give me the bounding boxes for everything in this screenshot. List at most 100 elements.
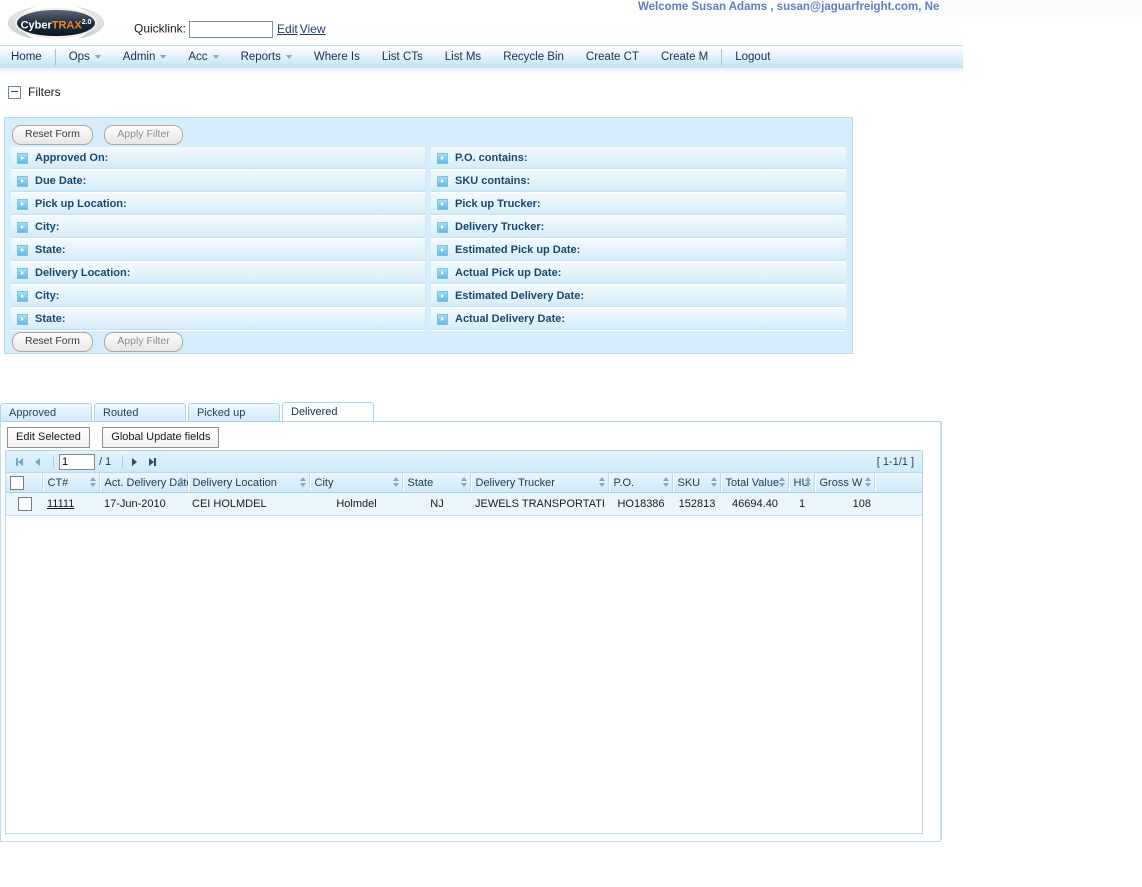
select-all-checkbox[interactable]	[10, 475, 24, 490]
tab-approved[interactable]: Approved	[0, 403, 92, 422]
next-page-icon[interactable]	[128, 455, 142, 469]
expand-arrow-icon[interactable]	[17, 267, 28, 279]
tab-delivered[interactable]: Delivered	[282, 402, 374, 422]
sort-arrows-icon[interactable]	[805, 477, 812, 488]
row-select-cell[interactable]	[6, 492, 43, 516]
expand-arrow-icon[interactable]	[437, 267, 448, 279]
filter-label: Actual Pick up Date:	[455, 267, 562, 279]
cell-hu: 1	[789, 492, 815, 516]
last-page-icon[interactable]	[145, 455, 159, 469]
filter-row[interactable]: State:	[11, 308, 426, 331]
quicklink-view-link[interactable]: View	[300, 22, 326, 36]
column-header-delivery-location[interactable]: Delivery Location	[188, 473, 311, 493]
filter-row[interactable]: Estimated Delivery Date:	[431, 285, 846, 308]
nav-item-create-ct[interactable]: Create CT	[575, 46, 650, 68]
nav-item-admin[interactable]: Admin	[112, 46, 178, 68]
expand-arrow-icon[interactable]	[17, 221, 28, 233]
column-header-hu[interactable]: HU	[789, 473, 816, 493]
sort-arrows-icon[interactable]	[599, 477, 606, 488]
row-checkbox[interactable]	[17, 497, 32, 511]
sort-arrows-icon[interactable]	[865, 477, 872, 488]
tab-picked-up[interactable]: Picked up	[188, 403, 280, 422]
reset-form-button-bottom[interactable]: Reset Form	[12, 332, 93, 352]
sort-arrows-icon[interactable]	[461, 477, 468, 488]
sort-arrows-icon[interactable]	[711, 477, 718, 488]
nav-item-ops[interactable]: Ops	[58, 46, 112, 68]
expand-arrow-icon[interactable]	[17, 313, 28, 325]
quicklink-input[interactable]	[189, 21, 274, 38]
status-tabs: Approved Routed Picked up Delivered	[0, 402, 940, 422]
nav-item-logout[interactable]: Logout	[724, 46, 781, 68]
quicklink-edit-link[interactable]: Edit	[277, 22, 298, 36]
filters-section-header[interactable]: Filters	[8, 84, 61, 100]
edit-selected-button[interactable]: Edit Selected	[7, 427, 90, 448]
column-header-select-all[interactable]	[6, 473, 44, 493]
nav-item-acc[interactable]: Acc	[177, 46, 229, 68]
sort-arrows-icon[interactable]	[178, 477, 185, 488]
expand-arrow-icon[interactable]	[437, 313, 448, 325]
sort-arrows-icon[interactable]	[90, 477, 97, 488]
column-header-p-o[interactable]: P.O.	[609, 473, 674, 493]
first-page-icon[interactable]	[14, 455, 28, 469]
nav-item-list-ms[interactable]: List Ms	[434, 46, 492, 68]
expand-arrow-icon[interactable]	[17, 175, 28, 187]
filter-row[interactable]: Delivery Location:	[11, 262, 426, 285]
nav-item-create-m[interactable]: Create M	[650, 46, 719, 68]
column-header-city[interactable]: City	[310, 473, 404, 493]
expand-arrow-icon[interactable]	[437, 152, 448, 164]
nav-item-recycle-bin[interactable]: Recycle Bin	[492, 46, 575, 68]
filter-row[interactable]: City:	[11, 285, 426, 308]
reset-form-button-top[interactable]: Reset Form	[12, 125, 93, 145]
global-update-fields-button[interactable]: Global Update fields	[102, 427, 220, 448]
cell-ct-number[interactable]: 11111	[43, 492, 100, 516]
prev-page-icon[interactable]	[31, 455, 45, 469]
filter-row[interactable]: Pick up Trucker:	[431, 193, 846, 216]
collapse-icon[interactable]	[8, 85, 21, 99]
tab-routed[interactable]: Routed	[94, 403, 186, 422]
nav-item-list-cts[interactable]: List CTs	[371, 46, 434, 68]
filter-row[interactable]: City:	[11, 216, 426, 239]
filter-row[interactable]: Approved On:	[11, 147, 426, 170]
expand-arrow-icon[interactable]	[17, 290, 28, 302]
column-header-total-value[interactable]: Total Value	[721, 473, 790, 493]
nav-item-home[interactable]: Home	[0, 46, 53, 68]
column-header-gross-w[interactable]: Gross W	[815, 473, 876, 493]
column-header-sku[interactable]: SKU	[673, 473, 722, 493]
filter-row[interactable]: Due Date:	[11, 170, 426, 193]
filter-row[interactable]: Actual Pick up Date:	[431, 262, 846, 285]
expand-arrow-icon[interactable]	[437, 175, 448, 187]
filter-row[interactable]: State:	[11, 239, 426, 262]
filter-row[interactable]: Pick up Location:	[11, 193, 426, 216]
table-row[interactable]: 11111 17-Jun-2010 CEI HOLMDEL Holmdel NJ JEWE…	[6, 492, 922, 516]
sort-arrows-icon[interactable]	[779, 477, 786, 488]
column-header-act-delivery-date[interactable]: Act. Delivery Date	[100, 473, 189, 493]
logo-text: CyberTRAX2.0	[17, 10, 95, 36]
nav-item-reports[interactable]: Reports	[230, 46, 303, 68]
column-header-ct[interactable]: CT#	[43, 473, 101, 493]
cell-sku: 152813	[673, 492, 721, 516]
filter-row[interactable]: SKU contains:	[431, 170, 846, 193]
ct-number-link[interactable]: 11111	[47, 498, 74, 510]
expand-arrow-icon[interactable]	[437, 290, 448, 302]
filter-row[interactable]: Delivery Trucker:	[431, 216, 846, 239]
expand-arrow-icon[interactable]	[437, 221, 448, 233]
expand-arrow-icon[interactable]	[17, 198, 28, 210]
filter-row[interactable]: Estimated Pick up Date:	[431, 239, 846, 262]
page-number-input[interactable]	[59, 453, 95, 470]
expand-arrow-icon[interactable]	[437, 198, 448, 210]
nav-item-where-is[interactable]: Where Is	[303, 46, 371, 68]
expand-arrow-icon[interactable]	[17, 152, 28, 164]
apply-filter-button-bottom[interactable]: Apply Filter	[104, 332, 183, 352]
apply-filter-button-top[interactable]: Apply Filter	[104, 125, 183, 145]
filter-row[interactable]: Actual Delivery Date:	[431, 308, 846, 331]
column-header-delivery-trucker[interactable]: Delivery Trucker	[471, 473, 610, 493]
expand-arrow-icon[interactable]	[17, 244, 28, 256]
sort-arrows-icon[interactable]	[300, 477, 307, 488]
expand-arrow-icon[interactable]	[437, 244, 448, 256]
column-header-label: State	[407, 476, 434, 489]
grid-panel: Edit Selected Global Update fields / 1 […	[0, 421, 941, 842]
filter-row[interactable]: P.O. contains:	[431, 147, 846, 170]
sort-arrows-icon[interactable]	[393, 477, 400, 488]
sort-arrows-icon[interactable]	[663, 477, 670, 488]
column-header-state[interactable]: State	[403, 473, 472, 493]
